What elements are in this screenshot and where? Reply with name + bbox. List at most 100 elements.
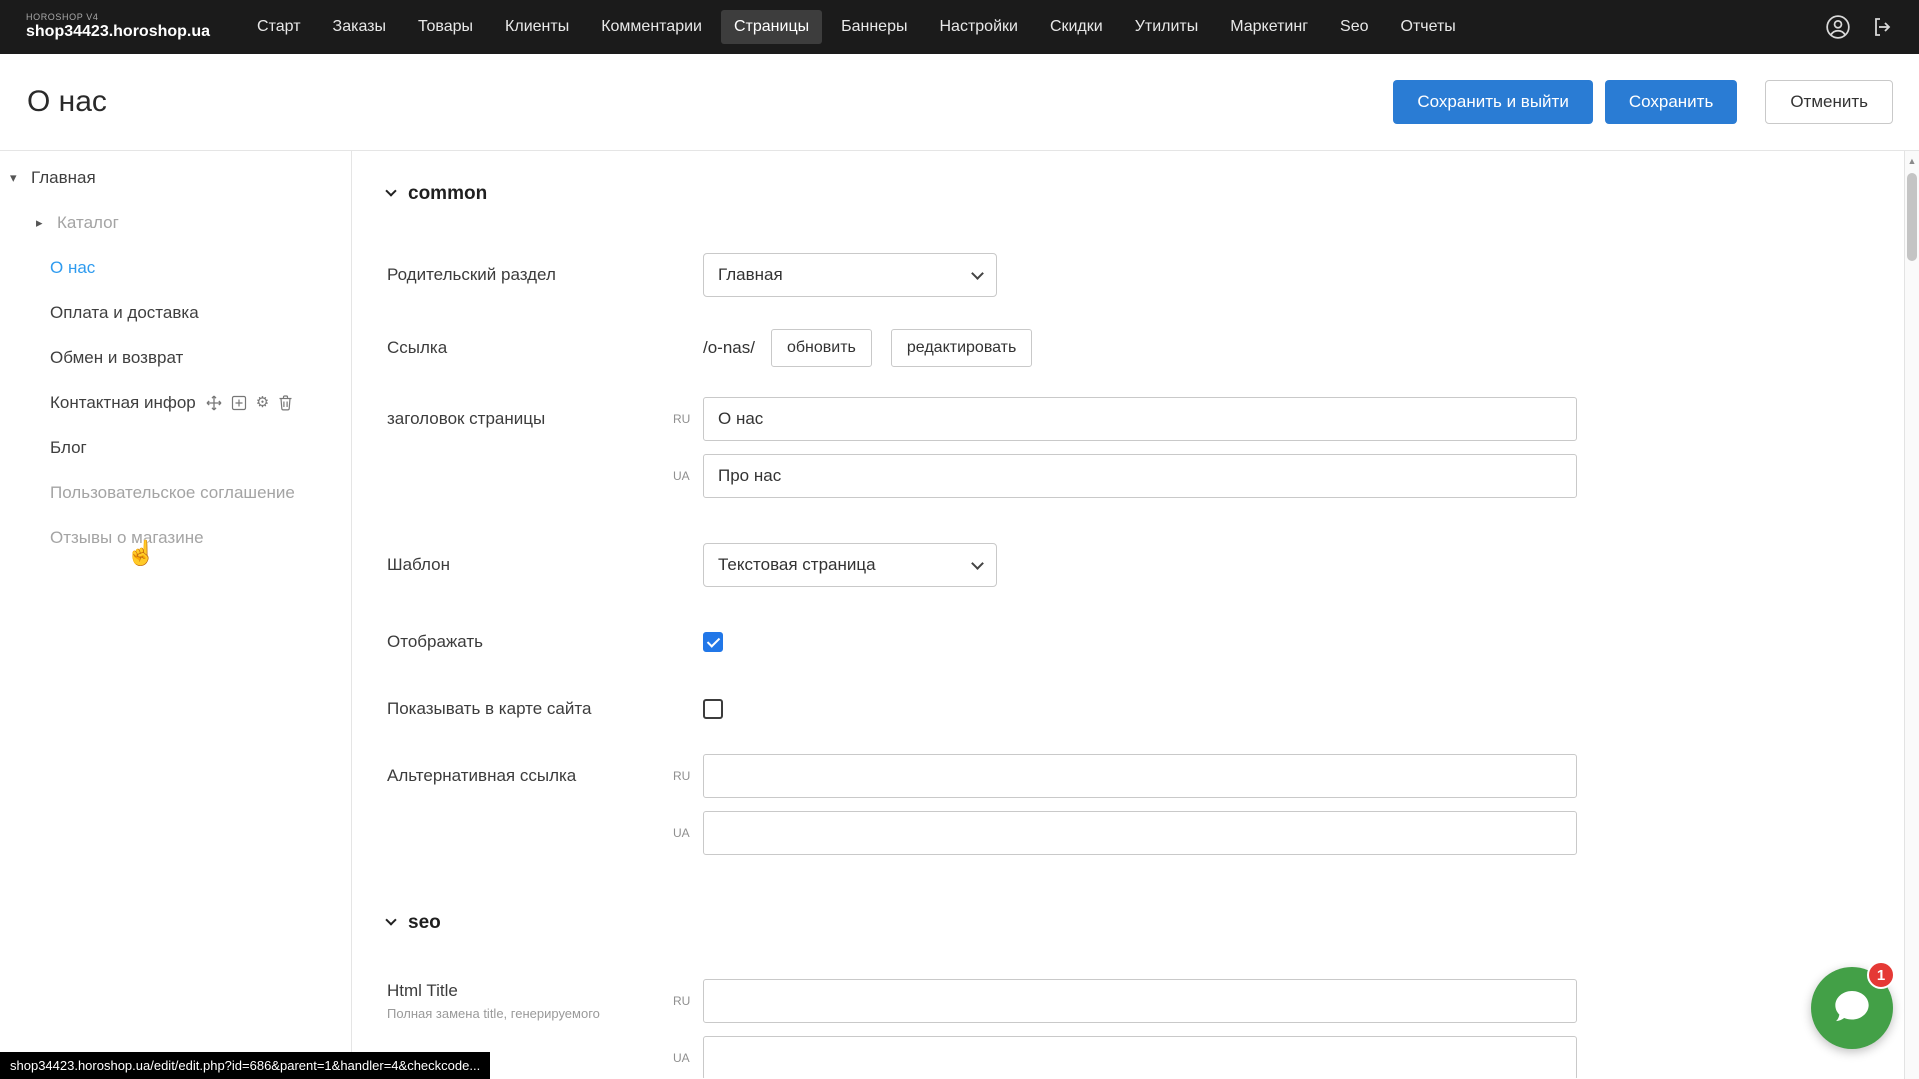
alt-link-ua-input[interactable] bbox=[703, 811, 1577, 855]
page-title-ua-input[interactable] bbox=[703, 454, 1577, 498]
tree-item-label: Контактная инфор bbox=[50, 393, 196, 413]
tree-item-8[interactable]: Отзывы о магазине bbox=[0, 515, 351, 560]
tree-item-5[interactable]: Контактная инфор ⚙ bbox=[0, 380, 351, 425]
page-title-ua-row: UA bbox=[387, 454, 1919, 498]
logout-icon[interactable] bbox=[1871, 15, 1895, 39]
nav-item-2[interactable]: Товары bbox=[405, 10, 486, 44]
tree-item-4[interactable]: Обмен и возврат bbox=[0, 335, 351, 380]
lang-badge-ua: UA bbox=[673, 469, 703, 483]
top-navbar: HOROSHOP V4 shop34423.horoshop.ua СтартЗ… bbox=[0, 0, 1919, 54]
nav-item-7[interactable]: Настройки bbox=[926, 10, 1030, 44]
chevron-down-icon bbox=[971, 557, 984, 570]
cancel-button[interactable]: Отменить bbox=[1765, 80, 1893, 124]
delete-icon[interactable] bbox=[278, 395, 293, 411]
sitemap-checkbox[interactable] bbox=[703, 699, 723, 719]
parent-section-row: Родительский раздел Главная bbox=[387, 253, 1919, 297]
lang-badge-ru: RU bbox=[673, 412, 703, 426]
nav-item-8[interactable]: Скидки bbox=[1037, 10, 1116, 44]
template-select[interactable]: Текстовая страница bbox=[703, 543, 997, 587]
nav-item-11[interactable]: Seo bbox=[1327, 10, 1381, 44]
tree-item-label: Каталог bbox=[57, 213, 119, 233]
tree-item-0[interactable]: ▾ Главная bbox=[0, 155, 351, 200]
tree-item-label: Главная bbox=[31, 168, 96, 188]
nav-item-0[interactable]: Старт bbox=[244, 10, 313, 44]
alt-link-ua-row: UA bbox=[387, 811, 1919, 855]
page-form: common Родительский раздел Главная Ссылк… bbox=[352, 151, 1919, 1078]
page-title: О нас bbox=[27, 85, 1393, 119]
chevron-down-icon bbox=[971, 267, 984, 280]
template-value: Текстовая страница bbox=[718, 555, 876, 575]
collapse-icon[interactable]: ▾ bbox=[10, 170, 24, 186]
chat-unread-badge: 1 bbox=[1867, 961, 1895, 989]
link-refresh-button[interactable]: обновить bbox=[771, 329, 872, 367]
html-title-ru-input[interactable] bbox=[703, 979, 1577, 1023]
alt-link-label: Альтернативная ссылка bbox=[387, 766, 673, 786]
tree-item-label: Обмен и возврат bbox=[50, 348, 183, 368]
html-title-label: Html Title bbox=[387, 981, 673, 1001]
chevron-down-icon bbox=[385, 914, 396, 925]
tree-item-2[interactable]: О нас bbox=[0, 245, 351, 290]
nav-item-12[interactable]: Отчеты bbox=[1388, 10, 1469, 44]
add-icon[interactable] bbox=[231, 395, 247, 411]
tree-item-label: Оплата и доставка bbox=[50, 303, 199, 323]
expand-icon[interactable]: ▸ bbox=[36, 215, 50, 231]
scrollbar-thumb[interactable] bbox=[1907, 173, 1917, 261]
status-url-tooltip: shop34423.horoshop.ua/edit/edit.php?id=6… bbox=[0, 1052, 490, 1079]
html-title-ru-row: Html Title Полная замена title, генериру… bbox=[387, 979, 1919, 1023]
navbar-right bbox=[1825, 14, 1919, 40]
chat-bubble-icon bbox=[1832, 986, 1872, 1031]
move-icon[interactable] bbox=[206, 395, 222, 411]
chat-launcher-button[interactable]: 1 bbox=[1811, 967, 1893, 1049]
alt-link-ru-row: Альтернативная ссылка RU bbox=[387, 754, 1919, 798]
nav-item-4[interactable]: Комментарии bbox=[588, 10, 715, 44]
parent-section-value: Главная bbox=[718, 265, 783, 285]
link-label: Ссылка bbox=[387, 338, 673, 358]
page-title-label: заголовок страницы bbox=[387, 409, 673, 429]
nav-item-9[interactable]: Утилиты bbox=[1122, 10, 1212, 44]
nav-item-1[interactable]: Заказы bbox=[320, 10, 399, 44]
nav-item-3[interactable]: Клиенты bbox=[492, 10, 582, 44]
html-title-hint: Полная замена title, генерируемого bbox=[387, 1006, 673, 1021]
header-buttons: Сохранить и выйти Сохранить Отменить bbox=[1393, 80, 1893, 124]
tree-item-1[interactable]: ▸ Каталог bbox=[0, 200, 351, 245]
logo[interactable]: HOROSHOP V4 shop34423.horoshop.ua bbox=[0, 13, 244, 40]
chevron-down-icon bbox=[385, 185, 396, 196]
scroll-up-icon[interactable]: ▲ bbox=[1905, 151, 1919, 166]
vertical-scrollbar[interactable]: ▲ bbox=[1904, 151, 1919, 1079]
pages-tree-sidebar: ▾ Главная ▸ Каталог О нас Оплата и доставка Об… bbox=[0, 151, 352, 1078]
section-common-label: common bbox=[408, 183, 487, 205]
html-title-ua-input[interactable] bbox=[703, 1036, 1577, 1078]
tree-item-label: Блог bbox=[50, 438, 87, 458]
parent-section-label: Родительский раздел bbox=[387, 265, 673, 285]
nav-item-10[interactable]: Маркетинг bbox=[1217, 10, 1321, 44]
page-header: О нас Сохранить и выйти Сохранить Отмени… bbox=[0, 54, 1919, 150]
display-checkbox[interactable] bbox=[703, 632, 723, 652]
parent-section-select[interactable]: Главная bbox=[703, 253, 997, 297]
lang-badge-ua: UA bbox=[673, 1051, 703, 1065]
section-common[interactable]: common bbox=[387, 181, 1919, 207]
template-row: Шаблон Текстовая страница bbox=[387, 543, 1919, 587]
account-icon[interactable] bbox=[1825, 14, 1851, 40]
save-and-exit-button[interactable]: Сохранить и выйти bbox=[1393, 80, 1592, 124]
link-edit-button[interactable]: редактировать bbox=[891, 329, 1032, 367]
tree-item-6[interactable]: Блог bbox=[0, 425, 351, 470]
section-seo[interactable]: seo bbox=[387, 910, 1919, 936]
sitemap-label: Показывать в карте сайта bbox=[387, 699, 673, 719]
html-title-ua-row: UA bbox=[387, 1036, 1919, 1078]
settings-icon[interactable]: ⚙ bbox=[256, 395, 269, 410]
page-title-ru-input[interactable] bbox=[703, 397, 1577, 441]
display-label: Отображать bbox=[387, 632, 673, 652]
section-seo-label: seo bbox=[408, 912, 441, 934]
nav-item-5[interactable]: Страницы bbox=[721, 10, 822, 44]
tree-item-7[interactable]: Пользовательское соглашение bbox=[0, 470, 351, 515]
lang-badge-ua: UA bbox=[673, 826, 703, 840]
template-label: Шаблон bbox=[387, 555, 673, 575]
sitemap-row: Показывать в карте сайта bbox=[387, 699, 1919, 719]
lang-badge-ru: RU bbox=[673, 994, 703, 1008]
save-button[interactable]: Сохранить bbox=[1605, 80, 1737, 124]
nav-item-6[interactable]: Баннеры bbox=[828, 10, 920, 44]
link-value: /o-nas/ bbox=[703, 338, 755, 358]
alt-link-ru-input[interactable] bbox=[703, 754, 1577, 798]
tree-item-label: Отзывы о магазине bbox=[50, 528, 204, 548]
tree-item-3[interactable]: Оплата и доставка bbox=[0, 290, 351, 335]
